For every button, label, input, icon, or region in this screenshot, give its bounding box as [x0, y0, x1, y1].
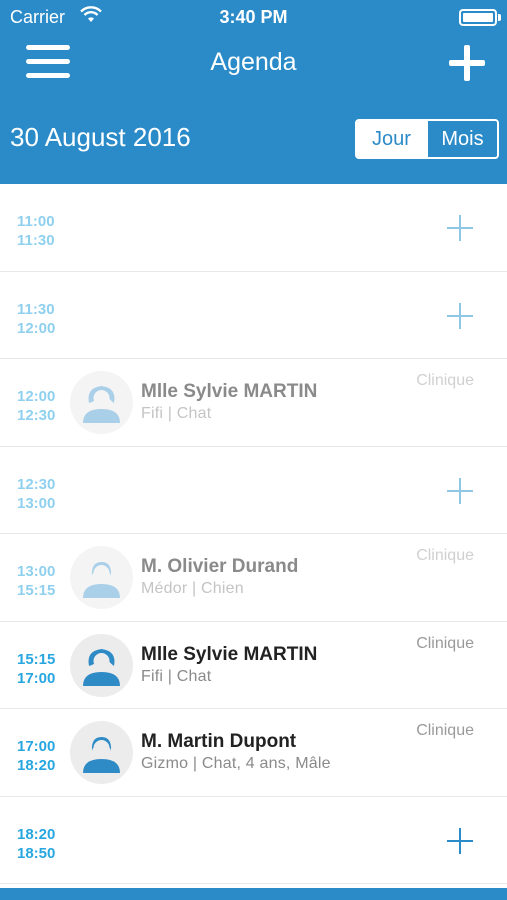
- segment-mois[interactable]: Mois: [426, 121, 497, 157]
- male-avatar-icon: [70, 546, 133, 609]
- appointment-row[interactable]: 17:00 18:20 M. Martin Dupont Gizmo | Cha…: [0, 709, 507, 797]
- add-slot-plus-icon[interactable]: [447, 302, 473, 329]
- location-label: Clinique: [416, 634, 474, 652]
- add-slot-plus-icon[interactable]: [447, 827, 473, 854]
- time-slot-row[interactable]: 11:00 11:30: [0, 184, 507, 272]
- location-label: Clinique: [416, 547, 474, 564]
- slot-times: 17:00 18:20: [17, 737, 55, 775]
- view-segmented-control: Jour Mois: [355, 119, 499, 159]
- appointment-row[interactable]: 15:15 17:00 Mlle Sylvie MARTIN Fifi | Ch…: [0, 621, 507, 709]
- slot-end-time: 18:20: [17, 757, 56, 774]
- slot-end-time: 11:30: [17, 232, 55, 249]
- client-name: Mlle Sylvie MARTIN: [141, 643, 318, 665]
- pet-details: Gizmo | Chat, 4 ans, Mâle: [141, 755, 331, 772]
- current-date: 30 August 2016: [10, 122, 191, 152]
- slot-end-time: 17:00: [17, 669, 56, 687]
- slot-end-time: 18:50: [17, 844, 56, 862]
- battery-tip: [498, 14, 501, 21]
- pet-details: Médor | Chien: [141, 580, 244, 597]
- time-slot-row[interactable]: 12:30 13:00: [0, 446, 507, 534]
- slot-times: 11:00 11:30: [17, 212, 55, 250]
- time-slot-row[interactable]: 11:30 12:00: [0, 271, 507, 359]
- slot-start-time: 18:20: [17, 825, 56, 843]
- slot-start-time: 11:00: [17, 213, 55, 230]
- location-label: Clinique: [416, 372, 474, 389]
- slot-times: 15:15 17:00: [17, 650, 55, 688]
- slot-start-time: 11:30: [17, 300, 55, 318]
- add-appointment-plus-icon[interactable]: [449, 45, 485, 81]
- add-slot-plus-icon[interactable]: [447, 477, 473, 504]
- appointment-row[interactable]: 13:00 15:15 M. Olivier Durand Médor | Ch…: [0, 534, 507, 622]
- client-name: M. Olivier Durand: [141, 556, 299, 577]
- slot-end-time: 15:15: [17, 582, 56, 599]
- pet-details: Fifi | Chat: [141, 667, 212, 685]
- location-label: Clinique: [416, 722, 474, 739]
- slot-start-time: 15:15: [17, 650, 56, 668]
- slot-end-time: 12:30: [17, 407, 56, 424]
- status-time: 3:40 PM: [219, 7, 288, 27]
- slot-times: 12:30 13:00: [17, 475, 55, 513]
- slot-end-time: 12:00: [17, 319, 56, 337]
- slot-end-time: 13:00: [17, 494, 56, 512]
- status-bar: Carrier 3:40 PM: [0, 0, 507, 36]
- female-avatar-icon: [70, 371, 133, 434]
- agenda-list: 11:00 11:30 11:30 12:00 12:00 12:30 Mlle…: [0, 184, 507, 884]
- battery-icon: [459, 9, 497, 26]
- slot-start-time: 13:00: [17, 563, 56, 580]
- male-avatar-icon: [70, 721, 133, 784]
- client-name: M. Martin Dupont: [141, 731, 297, 752]
- segment-jour[interactable]: Jour: [357, 121, 426, 157]
- slot-start-time: 17:00: [17, 738, 56, 755]
- slot-times: 13:00 15:15: [17, 562, 55, 600]
- app-header: Carrier 3:40 PM Agenda 30 August 2016 Jo…: [0, 0, 507, 184]
- add-slot-plus-icon[interactable]: [447, 215, 473, 241]
- female-avatar-icon: [70, 633, 133, 697]
- page-title: Agenda: [210, 48, 297, 76]
- slot-start-time: 12:30: [17, 475, 56, 493]
- slot-times: 12:00 12:30: [17, 387, 55, 425]
- pet-details: Fifi | Chat: [141, 405, 212, 422]
- slot-times: 11:30 12:00: [17, 300, 55, 338]
- time-slot-row[interactable]: 18:20 18:50: [0, 796, 507, 884]
- appointment-row[interactable]: 12:00 12:30 Mlle Sylvie MARTIN Fifi | Ch…: [0, 359, 507, 447]
- bottom-bar: [0, 888, 507, 900]
- client-name: Mlle Sylvie MARTIN: [141, 381, 318, 402]
- nav-bar: Agenda: [0, 36, 507, 92]
- slot-start-time: 12:00: [17, 388, 56, 405]
- slot-times: 18:20 18:50: [17, 825, 55, 863]
